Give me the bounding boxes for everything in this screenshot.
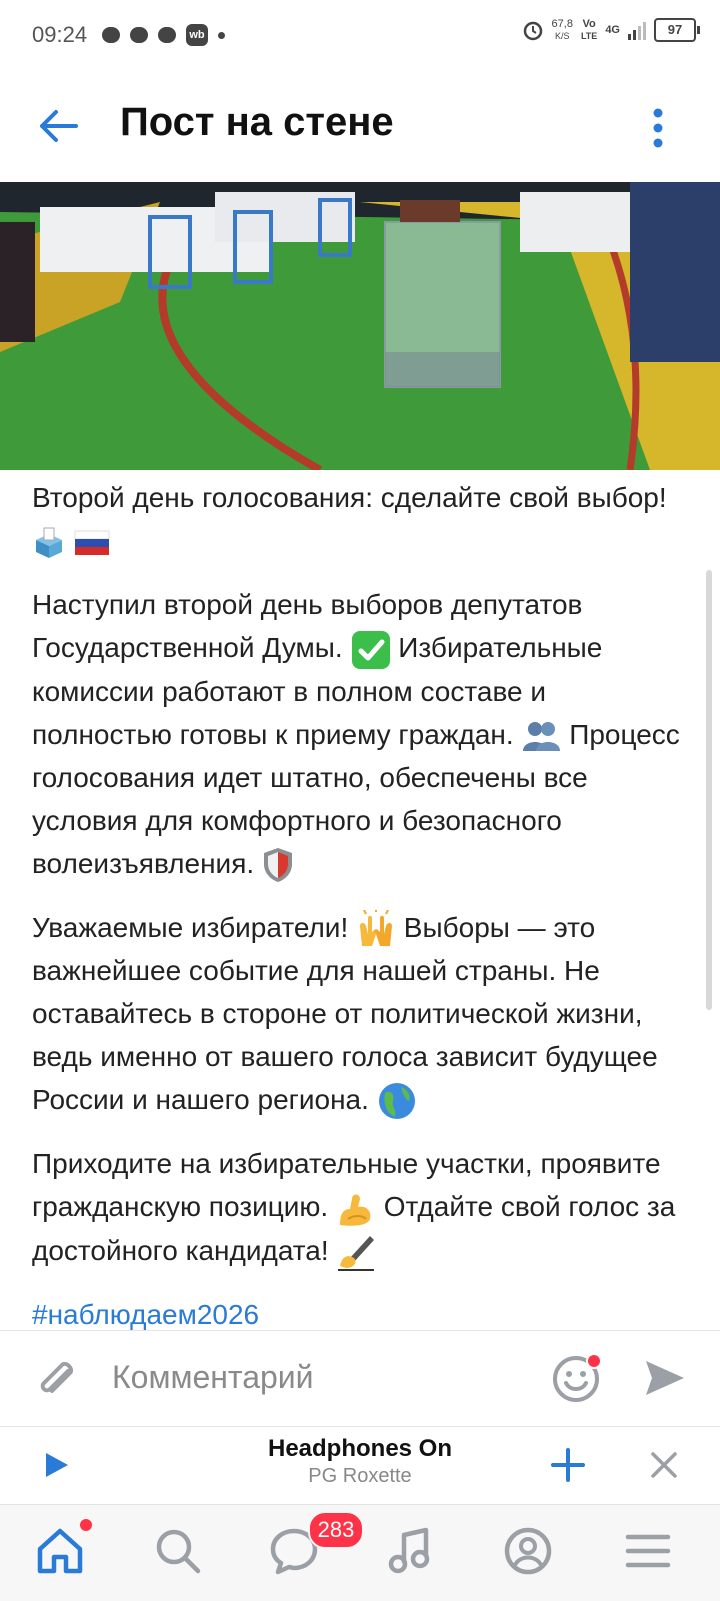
post-paragraph-4: Приходите на избирательные участки, проя… [32, 1142, 692, 1272]
scrollbar[interactable] [706, 570, 712, 1010]
send-icon[interactable] [644, 1357, 686, 1399]
shield-icon [263, 848, 292, 883]
post-text-greeting: Уважаемые избиратели! [32, 911, 349, 943]
polling-station-image [0, 182, 720, 470]
post-photo[interactable] [0, 182, 720, 470]
system-icons: 67,8 K/S Vo LTE 4G 97 [522, 18, 700, 42]
menu-icon[interactable] [622, 1525, 674, 1577]
more-vertical-icon[interactable] [652, 108, 664, 148]
battery-level: 97 [667, 22, 683, 37]
add-track-icon[interactable] [550, 1447, 586, 1483]
home-icon[interactable] [34, 1525, 86, 1577]
emoji-notification-dot [586, 1353, 602, 1369]
writing-hand-icon [338, 1236, 375, 1272]
bottom-navigation: 283 [0, 1504, 720, 1601]
raising-hands-icon [360, 910, 393, 947]
comment-input[interactable]: Комментарий [112, 1359, 314, 1396]
post-content: Второй день голосования: сделайте свой в… [32, 476, 692, 1357]
network-speed: 67,8 K/S [552, 18, 573, 42]
post-paragraph-3: Уважаемые избиратели! Выборы — это важне… [32, 906, 692, 1122]
more-notifications-dot-icon [218, 31, 225, 39]
comment-bar: Комментарий [0, 1330, 720, 1427]
volte-top: Vo [582, 18, 596, 30]
speed-value: 67,8 [551, 18, 573, 30]
music-icon[interactable] [384, 1525, 436, 1577]
post-headline: Второй день голосования: сделайте свой в… [32, 482, 667, 513]
post-paragraph-2: Наступил второй день выборов депутатов Г… [32, 583, 692, 885]
ring-chat-icon [158, 27, 176, 43]
chat-bubble-icon [102, 27, 120, 43]
volte-bottom: LTE [580, 31, 598, 41]
hashtag-link[interactable]: #наблюдаем2026 [32, 1299, 259, 1330]
play-icon[interactable] [44, 1451, 70, 1479]
signal-icon [628, 20, 646, 40]
attach-paperclip-icon[interactable] [34, 1357, 80, 1403]
notification-icons: wb [102, 24, 225, 46]
post-paragraph-1: Второй день голосования: сделайте свой в… [32, 476, 692, 562]
alarm-icon [523, 21, 542, 41]
home-notification-dot [80, 1519, 92, 1531]
search-icon[interactable] [152, 1525, 204, 1577]
profile-icon[interactable] [502, 1525, 554, 1577]
battery-icon: 97 [654, 18, 700, 42]
close-icon[interactable] [650, 1451, 678, 1479]
check-mark-icon [351, 630, 390, 669]
volte-indicator: Vo LTE [581, 18, 597, 42]
mini-player[interactable]: Headphones On PG Roxette [0, 1426, 720, 1503]
app-header: Пост на стене [0, 72, 720, 180]
track-title: Headphones On [267, 1435, 453, 1462]
russia-flag-icon [74, 530, 110, 555]
back-arrow-icon[interactable] [36, 106, 80, 146]
globe-icon [378, 1083, 415, 1120]
status-time: 09:24 [32, 22, 88, 47]
page-title: Пост на стене [120, 100, 394, 144]
track-info[interactable]: Headphones On PG Roxette [200, 1435, 520, 1488]
people-icon [523, 722, 561, 752]
ballot-box-icon [36, 527, 62, 558]
track-artist: PG Roxette [308, 1465, 412, 1487]
message-icon [130, 27, 148, 43]
flexed-biceps-icon [339, 1194, 371, 1226]
speed-unit: K/S [555, 31, 570, 41]
status-bar: 09:24 wb 67,8 K/S Vo LTE 4G 97 [0, 0, 720, 72]
wb-app-icon: wb [186, 24, 208, 46]
network-type: 4G [605, 24, 620, 36]
messages-badge: 283 [308, 1511, 364, 1549]
